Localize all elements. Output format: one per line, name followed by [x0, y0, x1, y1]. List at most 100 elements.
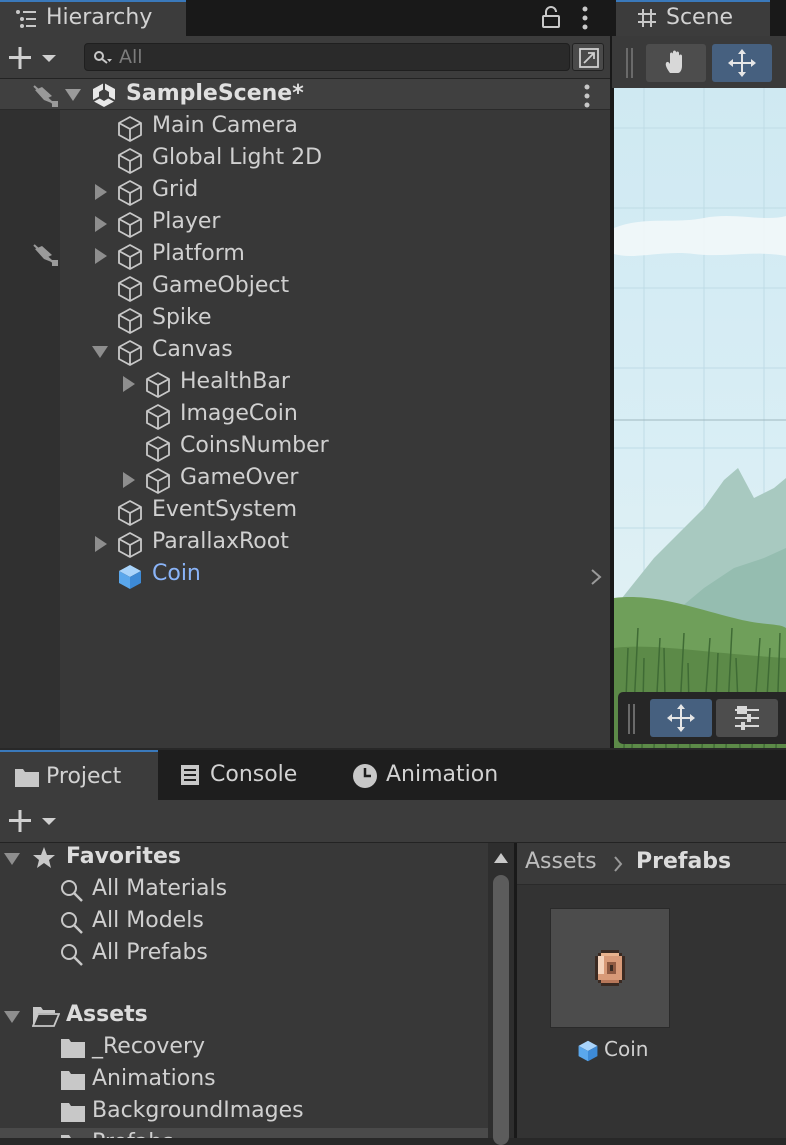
tab-hierarchy[interactable]: Hierarchy	[0, 0, 186, 36]
pick-disabled-icon[interactable]	[32, 84, 60, 108]
hierarchy-item-label: Main Camera	[152, 113, 298, 138]
expand-arrow-icon[interactable]	[94, 216, 108, 232]
list-icon	[14, 8, 38, 30]
collapse-arrow-icon[interactable]	[4, 852, 20, 866]
folder-icon	[60, 1101, 86, 1123]
gameobject-cube-icon	[144, 467, 172, 495]
hierarchy-item-label: Spike	[152, 305, 212, 330]
overlay-grip-icon[interactable]	[628, 704, 636, 734]
sliders-icon	[733, 704, 761, 732]
collapse-arrow-icon[interactable]	[4, 1010, 20, 1024]
toolbar-grip-icon[interactable]	[626, 48, 634, 78]
hierarchy-item-gameover[interactable]: GameOver	[0, 463, 612, 495]
search-icon	[93, 50, 113, 66]
hierarchy-item-label: GameOver	[180, 465, 299, 490]
gameobject-cube-icon	[144, 371, 172, 399]
collapse-arrow-icon[interactable]	[64, 88, 82, 102]
collapse-arrow-icon[interactable]	[92, 345, 108, 359]
hierarchy-item-imagecoin[interactable]: ImageCoin	[0, 399, 612, 431]
tree-item-all-models[interactable]: All Models	[0, 906, 488, 938]
tree-item-all-materials[interactable]: All Materials	[0, 874, 488, 906]
tab-scene-label: Scene	[666, 5, 734, 30]
scroll-up-arrow-icon[interactable]	[494, 853, 508, 863]
hierarchy-item-main-camera[interactable]: Main Camera	[0, 111, 612, 143]
tree-item-animations[interactable]: Animations	[0, 1064, 488, 1096]
star-icon	[32, 846, 56, 870]
hierarchy-item-parallaxroot[interactable]: ParallaxRoot	[0, 527, 612, 559]
hierarchy-item-coinsnumber[interactable]: CoinsNumber	[0, 431, 612, 463]
move-arrows-icon	[666, 703, 696, 733]
move-tool-button[interactable]	[712, 44, 772, 82]
tree-item-recovery[interactable]: _Recovery	[0, 1032, 488, 1064]
scene-overlay-toolbar	[618, 692, 786, 744]
scene-root-row[interactable]: SampleScene*	[0, 79, 612, 110]
hierarchy-item-label: Player	[152, 209, 221, 234]
hierarchy-item-label: Grid	[152, 177, 199, 202]
expand-arrow-icon[interactable]	[94, 248, 108, 264]
search-icon	[60, 911, 84, 935]
project-tree-scrollbar[interactable]	[488, 843, 514, 1145]
hierarchy-item-player[interactable]: Player	[0, 207, 612, 239]
lock-icon[interactable]	[540, 5, 562, 29]
tab-scene[interactable]: Scene	[616, 0, 770, 36]
hierarchy-search[interactable]	[84, 43, 570, 71]
search-icon	[60, 879, 84, 903]
tree-item-label: All Models	[92, 908, 204, 933]
hierarchy-item-platform[interactable]: Platform	[0, 239, 612, 271]
gameobject-cube-icon	[144, 403, 172, 431]
hierarchy-item-gameobject[interactable]: GameObject	[0, 271, 612, 303]
breadcrumb-assets[interactable]: Assets	[525, 849, 597, 874]
hierarchy-item-coin[interactable]: Coin	[0, 559, 612, 591]
prefab-cube-icon	[576, 1039, 600, 1063]
overlay-move-button[interactable]	[650, 699, 712, 737]
tree-item-all-prefabs[interactable]: All Prefabs	[0, 938, 488, 970]
scene-viewport[interactable]	[614, 88, 786, 748]
hierarchy-item-label: GameObject	[152, 273, 290, 298]
hierarchy-item-spike[interactable]: Spike	[0, 303, 612, 335]
hierarchy-item-grid[interactable]: Grid	[0, 175, 612, 207]
search-icon	[60, 943, 84, 967]
tree-item-prefabs[interactable]: Prefabs	[0, 1128, 488, 1138]
tab-console[interactable]: Console	[160, 750, 330, 800]
expand-arrow-icon[interactable]	[122, 376, 136, 392]
breadcrumb-prefabs[interactable]: Prefabs	[636, 849, 731, 874]
tree-item-label: All Materials	[92, 876, 228, 901]
tree-item-label: _Recovery	[92, 1034, 206, 1059]
create-add-icon[interactable]	[8, 46, 60, 70]
hierarchy-menu-icon[interactable]	[580, 5, 590, 31]
popout-button[interactable]	[572, 43, 604, 71]
tree-item-label: Favorites	[66, 844, 181, 869]
folder-icon	[14, 766, 40, 788]
move-arrows-icon	[727, 48, 757, 78]
hierarchy-item-global-light-2d[interactable]: Global Light 2D	[0, 143, 612, 175]
folder-icon	[60, 1037, 86, 1059]
asset-thumbnail-coin[interactable]	[550, 908, 670, 1028]
hierarchy-item-healthbar[interactable]: HealthBar	[0, 367, 612, 399]
hierarchy-item-eventsystem[interactable]: EventSystem	[0, 495, 612, 527]
tab-animation[interactable]: Animation	[336, 750, 526, 800]
pick-disabled-icon[interactable]	[32, 243, 60, 267]
asset-label-text: Coin	[604, 1037, 649, 1061]
expand-arrow-icon[interactable]	[94, 184, 108, 200]
gameobject-cube-icon	[116, 147, 144, 175]
tab-project[interactable]: Project	[0, 750, 158, 800]
prefab-cube-icon	[116, 563, 144, 591]
folder-icon	[60, 1133, 86, 1138]
scene-menu-icon[interactable]	[582, 83, 592, 109]
tree-item-assets[interactable]: Assets	[0, 1000, 488, 1032]
gameobject-cube-icon	[116, 499, 144, 527]
overlay-settings-button[interactable]	[716, 699, 778, 737]
gameobject-cube-icon	[116, 211, 144, 239]
search-input[interactable]	[119, 45, 549, 69]
hierarchy-item-canvas[interactable]: Canvas	[0, 335, 612, 367]
bottom-tabbar: Project Console Animation	[0, 750, 786, 800]
hand-tool-button[interactable]	[646, 44, 706, 82]
expand-arrow-icon[interactable]	[94, 536, 108, 552]
create-add-icon[interactable]	[8, 809, 60, 833]
expand-arrow-icon[interactable]	[122, 472, 136, 488]
scrollbar-thumb[interactable]	[493, 875, 509, 1145]
tree-item-label: Prefabs	[92, 1130, 174, 1138]
open-prefab-chevron-icon[interactable]	[590, 568, 602, 586]
tree-item-favorites[interactable]: Favorites	[0, 842, 488, 874]
tree-item-backgroundimages[interactable]: BackgroundImages	[0, 1096, 488, 1128]
